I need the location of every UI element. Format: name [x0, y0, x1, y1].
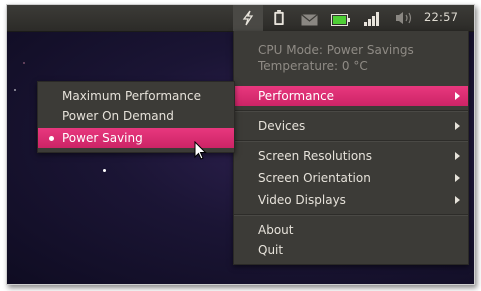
menu-item-performance[interactable]: Performance: [234, 86, 468, 106]
menu-item-label: About: [258, 223, 294, 237]
clock[interactable]: 22:57: [424, 10, 458, 24]
submenu-arrow-icon: [455, 92, 460, 100]
indicator-menu: CPU Mode: Power Savings Temperature: 0 °…: [233, 31, 469, 265]
menu-item-label: Devices: [258, 119, 306, 133]
submenu-item-label: Power On Demand: [62, 109, 174, 123]
menu-item-devices[interactable]: Devices: [234, 116, 468, 136]
menu-item-label: Screen Resolutions: [258, 149, 373, 163]
desktop-star: [23, 62, 25, 64]
menu-item-label: Video Displays: [258, 193, 346, 207]
menu-separator: [234, 110, 468, 112]
menu-separator: [234, 214, 468, 216]
submenu-item-power-on-demand[interactable]: Power On Demand: [38, 106, 234, 126]
cpu-mode-text: CPU Mode: Power Savings: [258, 43, 414, 57]
power-plug-icon[interactable]: [241, 10, 255, 26]
submenu-arrow-icon: [455, 174, 460, 182]
menu-item-screen-resolutions[interactable]: Screen Resolutions: [234, 146, 468, 166]
radio-bullet-icon: [49, 136, 54, 141]
desktop-star: [103, 169, 106, 172]
mouse-pointer-icon: [194, 141, 207, 160]
menu-item-label: Quit: [258, 243, 284, 257]
screenshot-frame: 22:57 CPU Mode: Power Savings Temperatur…: [6, 4, 475, 285]
submenu-arrow-icon: [455, 196, 460, 204]
submenu-item-label: Power Saving: [62, 131, 143, 145]
submenu-arrow-icon: [455, 152, 460, 160]
menu-item-label: Performance: [258, 89, 335, 103]
menu-item-quit[interactable]: Quit: [234, 240, 468, 260]
volume-icon[interactable]: [395, 10, 415, 26]
submenu-item-maximum-performance[interactable]: Maximum Performance: [38, 86, 234, 106]
network-signal-icon[interactable]: [364, 10, 381, 26]
menu-item-label: Screen Orientation: [258, 171, 371, 185]
submenu-arrow-icon: [455, 122, 460, 130]
top-panel: 22:57: [7, 5, 474, 32]
menu-item-about[interactable]: About: [234, 220, 468, 240]
submenu-item-label: Maximum Performance: [62, 89, 201, 103]
menu-separator: [234, 140, 468, 142]
display-battery-icon[interactable]: [331, 12, 350, 28]
mail-icon[interactable]: [301, 12, 318, 28]
desktop-star: [14, 89, 16, 91]
menu-item-screen-orientation[interactable]: Screen Orientation: [234, 168, 468, 188]
temperature-text: Temperature: 0 °C: [258, 59, 368, 73]
battery-icon[interactable]: [273, 10, 285, 26]
menu-item-video-displays[interactable]: Video Displays: [234, 190, 468, 210]
